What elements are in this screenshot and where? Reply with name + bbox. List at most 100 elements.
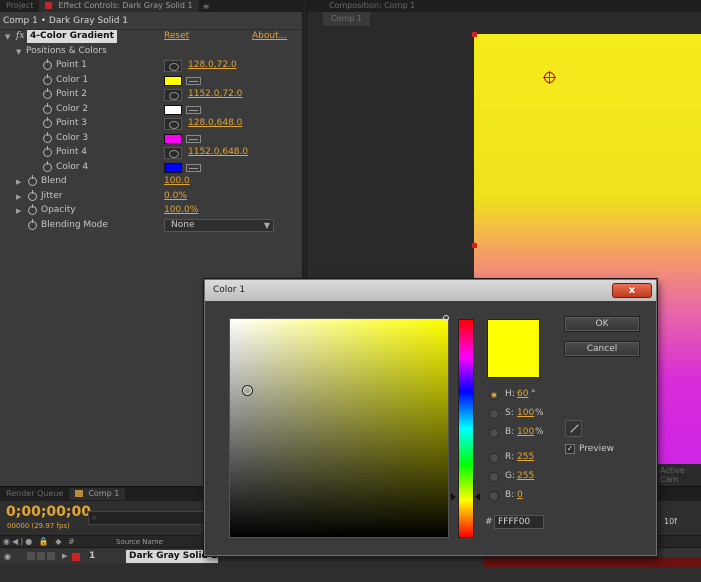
prop-value[interactable]: 0.0% bbox=[164, 191, 187, 201]
stopwatch-icon[interactable] bbox=[43, 132, 52, 143]
gradient-point-crosshair-icon[interactable] bbox=[543, 71, 556, 84]
layer-switches[interactable] bbox=[27, 552, 57, 560]
saturation-value[interactable]: 100 bbox=[517, 408, 534, 418]
eyedropper-icon[interactable] bbox=[186, 164, 201, 172]
layer-expand-icon[interactable]: ▶ bbox=[62, 552, 67, 560]
source-name-header[interactable]: Source Name bbox=[116, 538, 163, 546]
ok-button[interactable]: OK bbox=[564, 316, 640, 332]
hue-unit: ° bbox=[531, 389, 536, 399]
stopwatch-icon[interactable] bbox=[43, 103, 52, 114]
group-triangle-icon[interactable]: ▼ bbox=[16, 48, 21, 56]
expand-triangle-icon[interactable]: ▶ bbox=[16, 178, 21, 186]
eyedropper-icon[interactable] bbox=[186, 106, 201, 114]
prop-value[interactable]: 1152.0,648.0 bbox=[188, 147, 248, 157]
effect-name[interactable]: 4-Color Gradient bbox=[27, 30, 117, 43]
timeline-search-input[interactable]: ⌕ bbox=[88, 511, 208, 525]
prop-value[interactable]: 100.0 bbox=[164, 176, 190, 186]
stopwatch-icon[interactable] bbox=[28, 204, 37, 215]
saturation-label: S: bbox=[505, 408, 514, 418]
hue-slider-left-arrow-icon[interactable] bbox=[451, 493, 456, 501]
red-value[interactable]: 255 bbox=[517, 452, 534, 462]
green-value[interactable]: 255 bbox=[517, 471, 534, 481]
prop-label: Blending Mode bbox=[41, 220, 108, 230]
point-crosshair-icon[interactable] bbox=[164, 147, 182, 159]
visibility-eye-icon[interactable]: ◉ bbox=[4, 552, 11, 561]
saturation-brightness-field[interactable] bbox=[229, 318, 449, 538]
layer-handle[interactable] bbox=[472, 243, 477, 248]
saturation-radio[interactable] bbox=[489, 409, 499, 419]
color-swatch[interactable] bbox=[164, 76, 182, 86]
stopwatch-icon[interactable] bbox=[28, 219, 37, 230]
eyedropper-icon[interactable] bbox=[565, 420, 582, 437]
brightness-radio[interactable] bbox=[489, 428, 499, 438]
stopwatch-icon[interactable] bbox=[28, 190, 37, 201]
fx-toggle-icon[interactable]: fx bbox=[16, 31, 24, 41]
prop-label: Point 2 bbox=[56, 89, 87, 99]
layer-duration-bar[interactable] bbox=[483, 557, 701, 567]
blue-value[interactable]: 0 bbox=[517, 490, 523, 500]
red-radio[interactable] bbox=[489, 453, 499, 463]
blue-label: B: bbox=[505, 490, 515, 500]
brightness-value[interactable]: 100 bbox=[517, 427, 534, 437]
eyedropper-icon[interactable] bbox=[186, 77, 201, 85]
stopwatch-icon[interactable] bbox=[43, 161, 52, 172]
expand-triangle-icon[interactable]: ▶ bbox=[16, 193, 21, 201]
prop-label: Point 3 bbox=[56, 118, 87, 128]
tab-effect-controls[interactable]: Effect Controls: Dark Gray Solid 1 bbox=[39, 0, 199, 12]
stopwatch-icon[interactable] bbox=[43, 117, 52, 128]
prop-jitter: ▶ Jitter 0.0% bbox=[0, 190, 302, 204]
new-color-preview bbox=[487, 319, 540, 378]
stopwatch-icon[interactable] bbox=[43, 59, 52, 70]
prop-label: Color 3 bbox=[56, 133, 89, 143]
prop-value[interactable]: 100.0% bbox=[164, 205, 198, 215]
green-radio[interactable] bbox=[489, 472, 499, 482]
time-ruler-marker: 10f bbox=[664, 517, 677, 526]
blue-radio[interactable] bbox=[489, 491, 499, 501]
stopwatch-icon[interactable] bbox=[28, 175, 37, 186]
preview-checkbox[interactable]: ✓ bbox=[565, 444, 575, 454]
prop-value[interactable]: 128.0,648.0 bbox=[188, 118, 242, 128]
hue-slider-right-arrow-icon[interactable] bbox=[475, 493, 480, 501]
stopwatch-icon[interactable] bbox=[43, 146, 52, 157]
close-button[interactable]: x bbox=[612, 283, 652, 298]
prop-value[interactable]: 1152.0,72.0 bbox=[188, 89, 242, 99]
effect-panel-tabbar: Project Effect Controls: Dark Gray Solid… bbox=[0, 0, 302, 12]
tab-render-queue[interactable]: Render Queue bbox=[0, 488, 69, 500]
tab-project[interactable]: Project bbox=[0, 0, 39, 12]
point-crosshair-icon[interactable] bbox=[164, 89, 182, 101]
collapse-triangle-icon[interactable]: ▼ bbox=[5, 33, 10, 41]
tab-effect-controls-label: Effect Controls: Dark Gray Solid 1 bbox=[58, 1, 193, 10]
stopwatch-icon[interactable] bbox=[43, 74, 52, 85]
hex-input[interactable] bbox=[494, 515, 544, 529]
color-swatch[interactable] bbox=[164, 105, 182, 115]
prop-label: Color 1 bbox=[56, 75, 89, 85]
hue-value[interactable]: 60 bbox=[517, 389, 528, 399]
tab-composition[interactable]: Composition: Comp 1 bbox=[307, 0, 421, 12]
current-timecode[interactable]: 0;00;00;00 bbox=[6, 504, 91, 520]
prop-value[interactable]: 128.0,72.0 bbox=[188, 60, 237, 70]
hue-radio[interactable] bbox=[489, 390, 499, 400]
layer-handle[interactable] bbox=[472, 32, 477, 37]
tab-comp[interactable]: Comp 1 bbox=[69, 488, 126, 500]
color-swatch[interactable] bbox=[164, 163, 182, 173]
layer-number: 1 bbox=[89, 551, 96, 561]
point-crosshair-icon[interactable] bbox=[164, 118, 182, 130]
layer-label-color[interactable] bbox=[72, 553, 80, 561]
panel-menu-icon[interactable]: ≡ bbox=[199, 2, 214, 11]
frame-rate: 00000 (29.97 fps) bbox=[7, 522, 70, 530]
color-cursor[interactable] bbox=[242, 385, 253, 396]
comp-subtab[interactable]: Comp 1 bbox=[323, 12, 370, 26]
stopwatch-icon[interactable] bbox=[43, 88, 52, 99]
blending-mode-select[interactable]: None ▼ bbox=[164, 219, 274, 232]
color-swatch[interactable] bbox=[164, 134, 182, 144]
expand-triangle-icon[interactable]: ▶ bbox=[16, 207, 21, 215]
cancel-button[interactable]: Cancel bbox=[564, 341, 640, 357]
breadcrumb: Comp 1 • Dark Gray Solid 1 bbox=[0, 12, 302, 30]
eyedropper-icon[interactable] bbox=[186, 135, 201, 143]
active-camera-label[interactable]: Active Cam bbox=[660, 466, 701, 484]
point-crosshair-icon[interactable] bbox=[164, 60, 182, 72]
reset-button[interactable]: Reset bbox=[164, 31, 189, 41]
about-button[interactable]: About... bbox=[252, 31, 287, 41]
comp-panel-tabbar: Composition: Comp 1 bbox=[307, 0, 701, 12]
hue-slider[interactable] bbox=[458, 319, 474, 538]
